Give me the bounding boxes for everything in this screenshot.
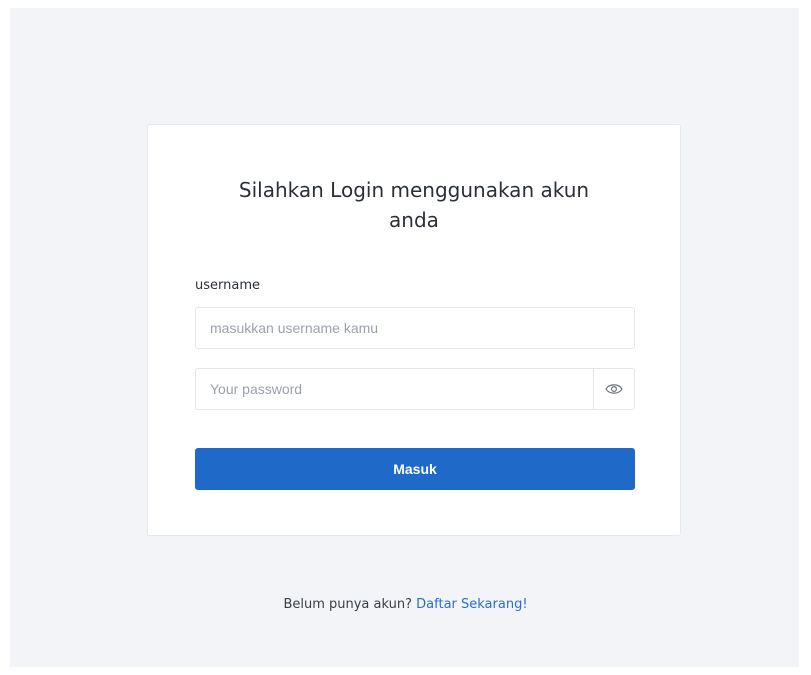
login-title: Silahkan Login menggunakan akun anda bbox=[148, 175, 680, 235]
login-card: Silahkan Login menggunakan akun anda use… bbox=[147, 124, 681, 536]
login-submit-button[interactable]: Masuk bbox=[195, 448, 635, 490]
username-input[interactable] bbox=[196, 308, 634, 348]
register-link[interactable]: Daftar Sekarang! bbox=[416, 597, 527, 612]
login-title-line-2: anda bbox=[389, 208, 439, 232]
register-prompt-text: Belum punya akun? bbox=[283, 597, 417, 612]
login-title-line-1: Silahkan Login menggunakan akun bbox=[238, 178, 590, 202]
password-visibility-toggle[interactable] bbox=[593, 369, 634, 409]
eye-icon bbox=[605, 384, 623, 394]
password-input[interactable] bbox=[196, 369, 592, 409]
password-field-wrapper bbox=[195, 368, 635, 410]
username-field-wrapper bbox=[195, 307, 635, 349]
username-label: username bbox=[195, 278, 260, 293]
register-prompt: Belum punya akun? Daftar Sekarang! bbox=[0, 597, 811, 612]
